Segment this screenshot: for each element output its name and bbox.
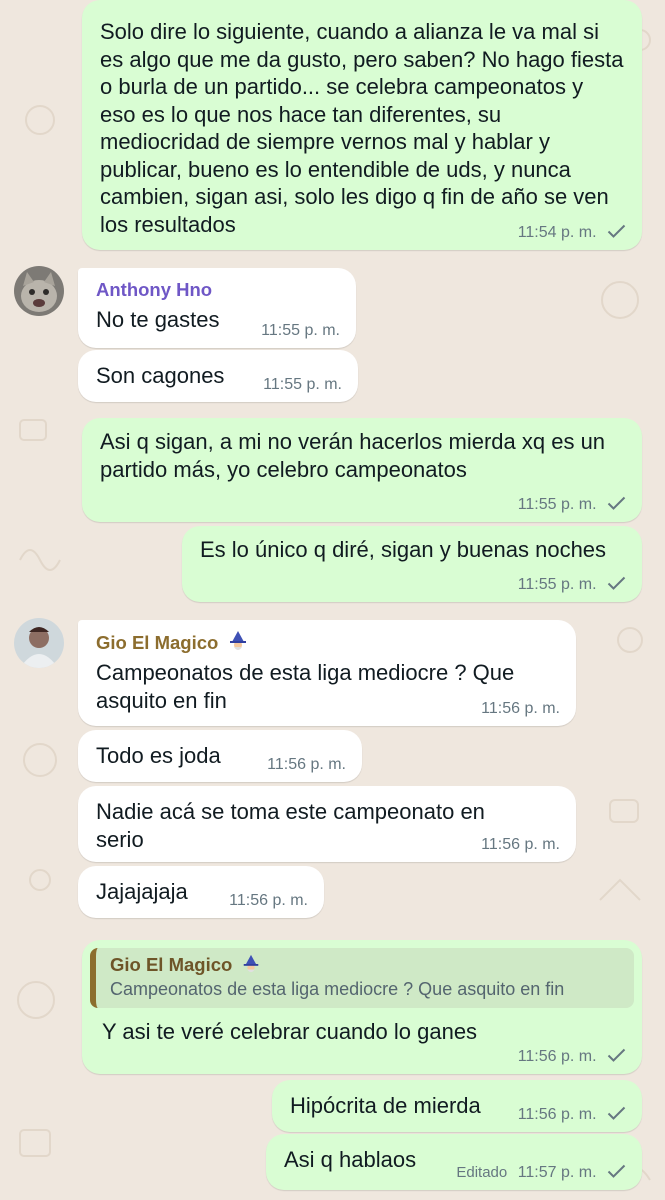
message-time: 11:56 p. m. <box>229 892 308 909</box>
edited-label: Editado <box>456 1164 508 1181</box>
message-time: 11:57 p. m. <box>517 1164 597 1181</box>
message-time: 11:56 p. m. <box>517 1048 597 1065</box>
message-meta: 11:56 p. m. <box>481 836 560 854</box>
sent-check-icon <box>607 1164 626 1178</box>
message-meta: 11:56 p. m. <box>267 756 346 774</box>
sender-name[interactable]: Gio El Magico <box>96 630 558 655</box>
message-meta: 11:56 p. m. <box>518 1048 626 1066</box>
message-meta: 11:56 p. m. <box>518 1106 626 1124</box>
cat-avatar-icon <box>14 266 64 316</box>
message-meta: 11:55 p. m. <box>518 496 626 514</box>
message-time: 11:55 p. m. <box>517 576 597 593</box>
contact-avatar-gio[interactable] <box>14 618 64 668</box>
message-bubble-incoming[interactable]: Nadie acá se toma este campeonato en ser… <box>78 786 576 862</box>
message-bubble-outgoing[interactable]: Hipócrita de mierda 11:56 p. m. <box>272 1080 642 1132</box>
message-time: 11:56 p. m. <box>481 700 560 717</box>
message-bubble-incoming[interactable]: Gio El Magico Campeonatos de esta liga m… <box>78 620 576 726</box>
quoted-message[interactable]: Gio El Magico Campeonatos de esta liga m… <box>90 948 634 1008</box>
quoted-sender-name: Gio El Magico <box>110 954 233 975</box>
message-text: Solo dire lo siguiente, cuando a alianza… <box>100 19 624 237</box>
message-time: 11:54 p. m. <box>517 224 597 241</box>
sender-name[interactable]: Anthony Hno <box>96 278 338 302</box>
wizard-emoji-icon <box>230 631 247 650</box>
message-meta: 11:54 p. m. <box>518 224 626 242</box>
sender-name-text: Gio El Magico <box>96 632 219 653</box>
wizard-emoji-icon <box>244 954 259 973</box>
message-time: 11:55 p. m. <box>517 496 597 513</box>
message-time: 11:55 p. m. <box>263 376 342 393</box>
sent-check-icon <box>607 1106 626 1120</box>
quoted-sender: Gio El Magico <box>110 954 622 976</box>
message-meta: 11:56 p. m. <box>229 892 308 910</box>
message-bubble-incoming[interactable]: Son cagones 11:55 p. m. <box>78 350 358 402</box>
sent-check-icon <box>607 496 626 510</box>
message-meta: 11:55 p. m. <box>518 576 626 594</box>
message-bubble-incoming[interactable]: Anthony Hno No te gastes 11:55 p. m. <box>78 268 356 348</box>
message-meta: 11:56 p. m. <box>481 700 560 718</box>
contact-avatar-anthony[interactable] <box>14 266 64 316</box>
message-bubble-outgoing[interactable]: Es lo único q diré, sigan y buenas noche… <box>182 526 642 602</box>
message-time: 11:56 p. m. <box>481 836 560 853</box>
message-text: Asi q sigan, a mi no verán hacerlos mier… <box>100 429 606 482</box>
person-avatar-icon <box>14 618 64 668</box>
sent-check-icon <box>607 576 626 590</box>
message-bubble-outgoing[interactable]: Asi q hablaos Editado 11:57 p. m. <box>266 1134 642 1190</box>
message-text: Y asi te veré celebrar cuando lo ganes <box>102 1019 478 1044</box>
message-time: 11:56 p. m. <box>267 756 346 773</box>
message-time: 11:55 p. m. <box>261 322 340 339</box>
message-meta: 11:55 p. m. <box>261 322 340 340</box>
message-bubble-outgoing[interactable]: Solo dire lo siguiente, cuando a alianza… <box>82 0 642 250</box>
message-time: 11:56 p. m. <box>517 1106 597 1123</box>
quoted-text: Campeonatos de esta liga mediocre ? Que … <box>110 979 565 999</box>
message-meta: 11:55 p. m. <box>263 376 342 394</box>
sent-check-icon <box>607 1048 626 1062</box>
message-bubble-incoming[interactable]: Todo es joda 11:56 p. m. <box>78 730 362 782</box>
message-bubble-incoming[interactable]: Jajajajaja 11:56 p. m. <box>78 866 324 918</box>
message-bubble-outgoing-reply[interactable]: Gio El Magico Campeonatos de esta liga m… <box>82 940 642 1074</box>
message-meta: Editado 11:57 p. m. <box>456 1164 626 1182</box>
sent-check-icon <box>607 224 626 238</box>
message-bubble-outgoing[interactable]: Asi q sigan, a mi no verán hacerlos mier… <box>82 418 642 522</box>
message-text: Nadie acá se toma este campeonato en ser… <box>96 799 485 852</box>
message-text: Es lo único q diré, sigan y buenas noche… <box>200 537 607 562</box>
